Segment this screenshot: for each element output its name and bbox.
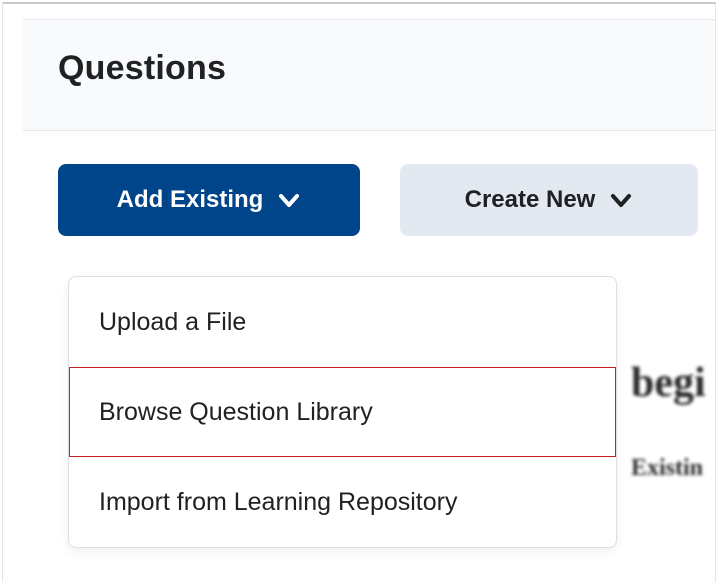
dropdown-item-upload-file[interactable]: Upload a File (69, 277, 616, 367)
add-existing-label: Add Existing (117, 186, 264, 214)
chevron-down-icon (277, 188, 301, 212)
dropdown-item-import-learning-repository[interactable]: Import from Learning Repository (69, 457, 616, 547)
create-new-button[interactable]: Create New (400, 164, 698, 236)
section-title: Questions (58, 49, 226, 88)
create-new-label: Create New (465, 186, 596, 214)
action-button-row: Add Existing Create New (58, 164, 698, 236)
dropdown-item-label: Import from Learning Repository (99, 488, 457, 517)
background-text-fragment: begi (631, 359, 706, 407)
dropdown-item-browse-question-library[interactable]: Browse Question Library (69, 367, 616, 457)
add-existing-dropdown: Upload a File Browse Question Library Im… (68, 276, 617, 548)
panel-frame: Questions Add Existing Create New begi E… (2, 2, 716, 582)
dropdown-item-label: Browse Question Library (99, 398, 373, 427)
dropdown-item-label: Upload a File (99, 308, 246, 337)
add-existing-button[interactable]: Add Existing (58, 164, 360, 236)
background-text-fragment: Existin (631, 455, 703, 482)
chevron-down-icon (609, 188, 633, 212)
